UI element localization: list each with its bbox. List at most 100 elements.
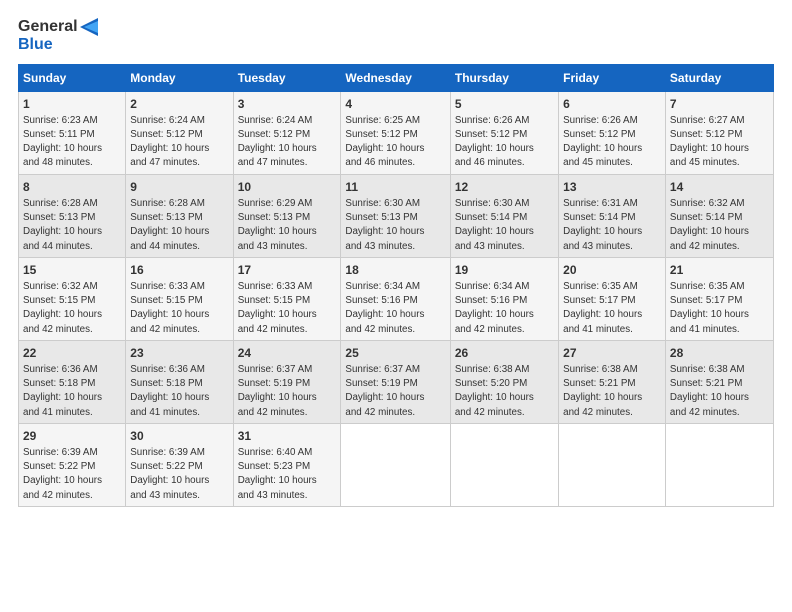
- calendar-week-row: 22 Sunrise: 6:36 AM Sunset: 5:18 PM Dayli…: [19, 340, 774, 423]
- day-info: Sunrise: 6:23 AM Sunset: 5:11 PM Dayligh…: [23, 115, 102, 169]
- day-number: 23: [130, 345, 228, 361]
- calendar-cell: 11 Sunrise: 6:30 AM Sunset: 5:13 PM Dayli…: [341, 174, 450, 257]
- day-number: 29: [23, 428, 121, 444]
- calendar-cell: [341, 423, 450, 506]
- day-info: Sunrise: 6:34 AM Sunset: 5:16 PM Dayligh…: [455, 281, 534, 335]
- calendar-table: SundayMondayTuesdayWednesdayThursdayFrid…: [18, 64, 774, 507]
- day-number: 31: [238, 428, 337, 444]
- calendar-week-row: 29 Sunrise: 6:39 AM Sunset: 5:22 PM Dayli…: [19, 423, 774, 506]
- day-info: Sunrise: 6:26 AM Sunset: 5:12 PM Dayligh…: [455, 115, 534, 169]
- day-info: Sunrise: 6:31 AM Sunset: 5:14 PM Dayligh…: [563, 198, 642, 252]
- day-info: Sunrise: 6:36 AM Sunset: 5:18 PM Dayligh…: [23, 364, 102, 418]
- day-number: 22: [23, 345, 121, 361]
- calendar-cell: [450, 423, 558, 506]
- calendar-cell: 3 Sunrise: 6:24 AM Sunset: 5:12 PM Daylig…: [233, 91, 341, 174]
- day-info: Sunrise: 6:32 AM Sunset: 5:15 PM Dayligh…: [23, 281, 102, 335]
- day-info: Sunrise: 6:33 AM Sunset: 5:15 PM Dayligh…: [238, 281, 317, 335]
- calendar-cell: 25Sunrise: 6:37 AM Sunset: 5:19 PM Dayli…: [341, 340, 450, 423]
- day-info: Sunrise: 6:38 AM Sunset: 5:20 PM Dayligh…: [455, 364, 534, 418]
- calendar-cell: 18Sunrise: 6:34 AM Sunset: 5:16 PM Dayli…: [341, 257, 450, 340]
- day-number: 16: [130, 262, 228, 278]
- day-number: 6: [563, 96, 661, 112]
- day-number: 21: [670, 262, 769, 278]
- calendar-header-thursday: Thursday: [450, 64, 558, 91]
- calendar-cell: [665, 423, 773, 506]
- day-number: 4: [345, 96, 445, 112]
- day-info: Sunrise: 6:28 AM Sunset: 5:13 PM Dayligh…: [23, 198, 102, 252]
- logo: General Blue: [18, 18, 102, 54]
- logo-blue: Blue: [18, 36, 53, 54]
- day-number: 7: [670, 96, 769, 112]
- calendar-cell: 26 Sunrise: 6:38 AM Sunset: 5:20 PM Dayli…: [450, 340, 558, 423]
- calendar-cell: 20Sunrise: 6:35 AM Sunset: 5:17 PM Dayli…: [559, 257, 666, 340]
- calendar-cell: 30Sunrise: 6:39 AM Sunset: 5:22 PM Dayli…: [126, 423, 233, 506]
- calendar-week-row: 8 Sunrise: 6:28 AM Sunset: 5:13 PM Daylig…: [19, 174, 774, 257]
- day-info: Sunrise: 6:38 AM Sunset: 5:21 PM Dayligh…: [670, 364, 749, 418]
- calendar-cell: 7 Sunrise: 6:27 AM Sunset: 5:12 PM Daylig…: [665, 91, 773, 174]
- calendar-cell: 1 Sunrise: 6:23 AM Sunset: 5:11 PM Daylig…: [19, 91, 126, 174]
- calendar-cell: 9Sunrise: 6:28 AM Sunset: 5:13 PM Daylig…: [126, 174, 233, 257]
- logo-general: General: [18, 18, 78, 36]
- day-number: 11: [345, 179, 445, 195]
- day-number: 13: [563, 179, 661, 195]
- calendar-cell: 28Sunrise: 6:38 AM Sunset: 5:21 PM Dayli…: [665, 340, 773, 423]
- day-number: 17: [238, 262, 337, 278]
- calendar-week-row: 15 Sunrise: 6:32 AM Sunset: 5:15 PM Dayli…: [19, 257, 774, 340]
- calendar-cell: 2Sunrise: 6:24 AM Sunset: 5:12 PM Daylig…: [126, 91, 233, 174]
- calendar-header-monday: Monday: [126, 64, 233, 91]
- calendar-cell: 5 Sunrise: 6:26 AM Sunset: 5:12 PM Daylig…: [450, 91, 558, 174]
- day-info: Sunrise: 6:35 AM Sunset: 5:17 PM Dayligh…: [670, 281, 749, 335]
- logo-bird-icon: [80, 18, 102, 36]
- day-info: Sunrise: 6:30 AM Sunset: 5:14 PM Dayligh…: [455, 198, 534, 252]
- day-number: 1: [23, 96, 121, 112]
- day-info: Sunrise: 6:36 AM Sunset: 5:18 PM Dayligh…: [130, 364, 209, 418]
- day-number: 19: [455, 262, 554, 278]
- day-info: Sunrise: 6:29 AM Sunset: 5:13 PM Dayligh…: [238, 198, 317, 252]
- day-number: 25: [345, 345, 445, 361]
- calendar-cell: 29 Sunrise: 6:39 AM Sunset: 5:22 PM Dayli…: [19, 423, 126, 506]
- day-info: Sunrise: 6:24 AM Sunset: 5:12 PM Dayligh…: [238, 115, 317, 169]
- calendar-header-sunday: Sunday: [19, 64, 126, 91]
- day-number: 10: [238, 179, 337, 195]
- calendar-cell: 14Sunrise: 6:32 AM Sunset: 5:14 PM Dayli…: [665, 174, 773, 257]
- calendar-cell: 4 Sunrise: 6:25 AM Sunset: 5:12 PM Daylig…: [341, 91, 450, 174]
- calendar-header-wednesday: Wednesday: [341, 64, 450, 91]
- day-number: 15: [23, 262, 121, 278]
- calendar-cell: 16 Sunrise: 6:33 AM Sunset: 5:15 PM Dayli…: [126, 257, 233, 340]
- day-info: Sunrise: 6:39 AM Sunset: 5:22 PM Dayligh…: [130, 447, 209, 501]
- day-info: Sunrise: 6:30 AM Sunset: 5:13 PM Dayligh…: [345, 198, 424, 252]
- calendar-cell: 21 Sunrise: 6:35 AM Sunset: 5:17 PM Dayli…: [665, 257, 773, 340]
- day-info: Sunrise: 6:37 AM Sunset: 5:19 PM Dayligh…: [238, 364, 317, 418]
- day-info: Sunrise: 6:33 AM Sunset: 5:15 PM Dayligh…: [130, 281, 209, 335]
- calendar-cell: 13 Sunrise: 6:31 AM Sunset: 5:14 PM Dayli…: [559, 174, 666, 257]
- day-number: 26: [455, 345, 554, 361]
- day-number: 8: [23, 179, 121, 195]
- day-info: Sunrise: 6:39 AM Sunset: 5:22 PM Dayligh…: [23, 447, 102, 501]
- day-info: Sunrise: 6:24 AM Sunset: 5:12 PM Dayligh…: [130, 115, 209, 169]
- calendar-cell: 31 Sunrise: 6:40 AM Sunset: 5:23 PM Dayli…: [233, 423, 341, 506]
- day-info: Sunrise: 6:38 AM Sunset: 5:21 PM Dayligh…: [563, 364, 642, 418]
- calendar-cell: 15 Sunrise: 6:32 AM Sunset: 5:15 PM Dayli…: [19, 257, 126, 340]
- day-number: 27: [563, 345, 661, 361]
- header: General Blue: [18, 18, 774, 54]
- calendar-header-friday: Friday: [559, 64, 666, 91]
- calendar-cell: 6Sunrise: 6:26 AM Sunset: 5:12 PM Daylig…: [559, 91, 666, 174]
- day-number: 3: [238, 96, 337, 112]
- day-number: 12: [455, 179, 554, 195]
- calendar-cell: 27 Sunrise: 6:38 AM Sunset: 5:21 PM Dayli…: [559, 340, 666, 423]
- day-number: 5: [455, 96, 554, 112]
- day-info: Sunrise: 6:27 AM Sunset: 5:12 PM Dayligh…: [670, 115, 749, 169]
- day-number: 24: [238, 345, 337, 361]
- day-info: Sunrise: 6:40 AM Sunset: 5:23 PM Dayligh…: [238, 447, 317, 501]
- calendar-cell: [559, 423, 666, 506]
- calendar-cell: 12 Sunrise: 6:30 AM Sunset: 5:14 PM Dayli…: [450, 174, 558, 257]
- calendar-cell: 22 Sunrise: 6:36 AM Sunset: 5:18 PM Dayli…: [19, 340, 126, 423]
- calendar-header-row: SundayMondayTuesdayWednesdayThursdayFrid…: [19, 64, 774, 91]
- day-number: 18: [345, 262, 445, 278]
- day-info: Sunrise: 6:32 AM Sunset: 5:14 PM Dayligh…: [670, 198, 749, 252]
- calendar-header-tuesday: Tuesday: [233, 64, 341, 91]
- day-info: Sunrise: 6:35 AM Sunset: 5:17 PM Dayligh…: [563, 281, 642, 335]
- day-info: Sunrise: 6:25 AM Sunset: 5:12 PM Dayligh…: [345, 115, 424, 169]
- calendar-header-saturday: Saturday: [665, 64, 773, 91]
- calendar-cell: 19 Sunrise: 6:34 AM Sunset: 5:16 PM Dayli…: [450, 257, 558, 340]
